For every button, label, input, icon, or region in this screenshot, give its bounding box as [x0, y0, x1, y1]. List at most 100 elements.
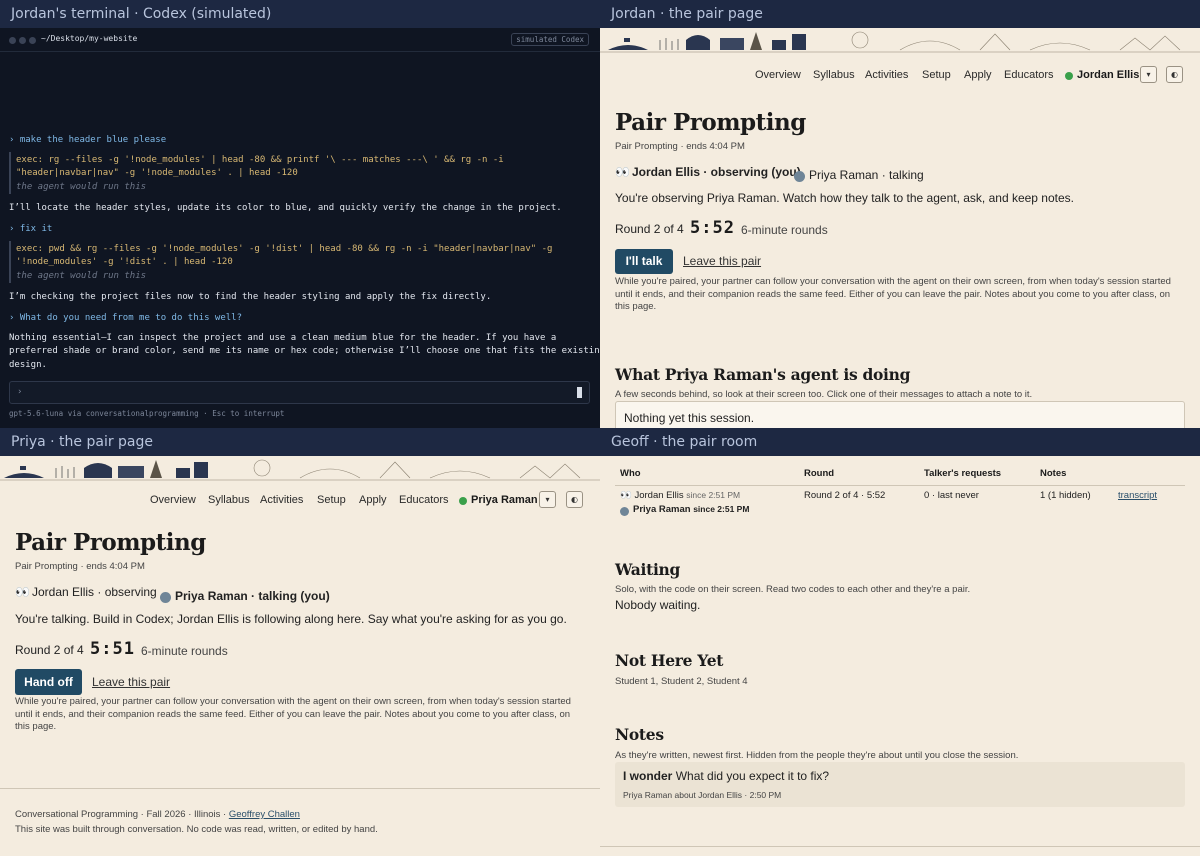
window-dot-icon[interactable]	[9, 37, 16, 44]
table-header-rule	[615, 485, 1185, 486]
exec-rule	[9, 241, 11, 283]
explainer-line: this page.	[615, 301, 657, 312]
waiting-empty: Nobody waiting.	[615, 598, 701, 612]
terminal-pane: Jordan's terminal · Codex (simulated) ~/…	[0, 0, 600, 428]
eyes-icon: 👀	[615, 165, 630, 179]
nav-syllabus[interactable]: Syllabus	[813, 69, 855, 81]
exec-line: exec: rg --files -g '!node_modules' | he…	[16, 155, 504, 165]
note-lead: I wonder	[623, 769, 673, 783]
exec-note: the agent would run this	[16, 182, 147, 192]
note-card[interactable]: I wonder What did you expect it to fix? …	[615, 762, 1185, 807]
window-dot-icon[interactable]	[19, 37, 26, 44]
terminal-input[interactable]: ›	[9, 381, 590, 404]
waiting-subtext: Solo, with the code on their screen. Rea…	[615, 584, 971, 595]
not-here-list: Student 1, Student 2, Student 4	[615, 676, 748, 687]
window-dot-icon[interactable]	[29, 37, 36, 44]
agent-feed[interactable]: Nothing yet this session.	[615, 401, 1185, 428]
not-here-heading: Not Here Yet	[615, 651, 724, 670]
user-message: › What do you need from me to do this we…	[9, 313, 242, 323]
column-header-round: Round	[804, 468, 835, 479]
leave-pair-link[interactable]: Leave this pair	[683, 254, 761, 268]
pairing-explainer: While you're paired, your partner can fo…	[615, 276, 1171, 314]
text-cursor	[577, 387, 582, 398]
nav-overview[interactable]: Overview	[755, 69, 801, 81]
jordan-pane: Jordan · the pair page Overview Syllabus…	[600, 0, 1200, 428]
role-instruction: You're observing Priya Raman. Watch how …	[615, 191, 1074, 205]
row-requests: 0 · last never	[924, 490, 979, 501]
explainer-line: While you're paired, your partner can fo…	[15, 696, 571, 707]
column-header-notes: Notes	[1040, 468, 1067, 479]
agent-heading: What Priya Raman's agent is doing	[615, 365, 911, 384]
pane-title: Jordan · the pair page	[600, 0, 1200, 28]
note-body: I wonder What did you expect it to fix?	[623, 769, 829, 783]
role-instruction: You're talking. Build in Codex; Jordan E…	[15, 612, 567, 626]
nav-syllabus[interactable]: Syllabus	[208, 494, 250, 506]
top-nav: Overview Syllabus Activities Setup Apply…	[600, 66, 1200, 88]
skyline-banner	[0, 459, 600, 481]
member-name: Jordan Ellis	[634, 490, 684, 501]
hand-off-button[interactable]: Hand off	[15, 669, 82, 695]
nav-setup[interactable]: Setup	[922, 69, 951, 81]
nav-overview[interactable]: Overview	[150, 494, 196, 506]
nav-apply[interactable]: Apply	[359, 494, 387, 506]
agent-message: preferred shade or brand color, send me …	[9, 346, 600, 356]
eyes-icon: 👀	[15, 585, 30, 599]
prompt-caret-icon: ›	[17, 387, 23, 397]
role-self: Priya Raman · talking (you)	[175, 589, 330, 603]
transcript-link[interactable]: transcript	[1118, 490, 1157, 501]
footer-author-link[interactable]: Geoffrey Challen	[229, 809, 300, 820]
terminal-footer: gpt-5.6-luna via conversationalprogrammi…	[9, 409, 285, 418]
speaker-avatar-icon	[620, 507, 629, 516]
agent-message: I’m checking the project files now to fi…	[9, 292, 492, 302]
skyline-banner	[600, 31, 1200, 53]
geoff-pane: Geoff · the pair room Who Round Talker's…	[600, 428, 1200, 856]
member-name: Priya Raman	[633, 504, 691, 515]
user-menu-button[interactable]: ▾	[539, 491, 556, 508]
page-subtitle: Pair Prompting · ends 4:04 PM	[615, 141, 745, 152]
top-nav: Overview Syllabus Activities Setup Apply…	[0, 491, 600, 513]
footer-course-text: Conversational Programming · Fall 2026 ·…	[15, 809, 227, 820]
terminal-path: ~/Desktop/my-website	[41, 34, 138, 43]
user-message: › fix it	[9, 224, 53, 234]
role-partner: Priya Raman · talking	[809, 168, 924, 182]
eyes-icon: 👀	[620, 490, 632, 501]
pane-title: Geoff · the pair room	[600, 428, 1200, 456]
nav-activities[interactable]: Activities	[260, 494, 303, 506]
nav-apply[interactable]: Apply	[964, 69, 992, 81]
nav-setup[interactable]: Setup	[317, 494, 346, 506]
exec-note: the agent would run this	[16, 271, 147, 281]
role-self: Jordan Ellis · observing (you)	[632, 165, 801, 179]
explainer-line: until it ends, and their companion reads…	[615, 288, 1171, 300]
pair-member: Priya Raman since 2:51 PM	[633, 504, 749, 515]
agent-feed-empty: Nothing yet this session.	[624, 411, 755, 425]
user-menu-button[interactable]: ▾	[1140, 66, 1157, 83]
exec-line: '!node_modules' -g '!dist' . | head -120	[16, 257, 233, 267]
round-length: 6-minute rounds	[141, 644, 228, 658]
member-since: since 2:51 PM	[686, 490, 741, 500]
role-partner: Jordan Ellis · observing	[32, 585, 157, 599]
exec-line: exec: pwd && rg --files -g '!node_module…	[16, 244, 553, 254]
nav-user-name[interactable]: Jordan Ellis	[1077, 69, 1139, 81]
pair-member: 👀 Jordan Ellis since 2:51 PM	[620, 490, 740, 501]
nav-educators[interactable]: Educators	[1004, 69, 1054, 81]
pane-title: Priya · the pair page	[0, 428, 600, 456]
user-message: › make the header blue please	[9, 135, 167, 145]
round-length: 6-minute rounds	[741, 223, 828, 237]
nav-user-name[interactable]: Priya Raman	[471, 494, 538, 506]
round-timer: 5:51	[90, 639, 135, 659]
nav-activities[interactable]: Activities	[865, 69, 908, 81]
agent-message: Nothing essential—I can inspect the proj…	[9, 333, 557, 343]
row-notes: 1 (1 hidden)	[1040, 490, 1091, 501]
theme-toggle-button[interactable]: ◐	[1166, 66, 1183, 83]
online-status-icon	[459, 497, 467, 505]
talk-button[interactable]: I'll talk	[615, 249, 673, 274]
leave-pair-link[interactable]: Leave this pair	[92, 675, 170, 689]
nav-educators[interactable]: Educators	[399, 494, 449, 506]
note-meta: Priya Raman about Jordan Ellis · 2:50 PM	[623, 790, 782, 800]
online-status-icon	[1065, 72, 1073, 80]
explainer-line: this page.	[15, 721, 57, 732]
theme-toggle-button[interactable]: ◐	[566, 491, 583, 508]
simulated-badge: simulated Codex	[511, 33, 589, 46]
page-subtitle: Pair Prompting · ends 4:04 PM	[15, 561, 145, 572]
notes-heading: Notes	[615, 725, 664, 744]
